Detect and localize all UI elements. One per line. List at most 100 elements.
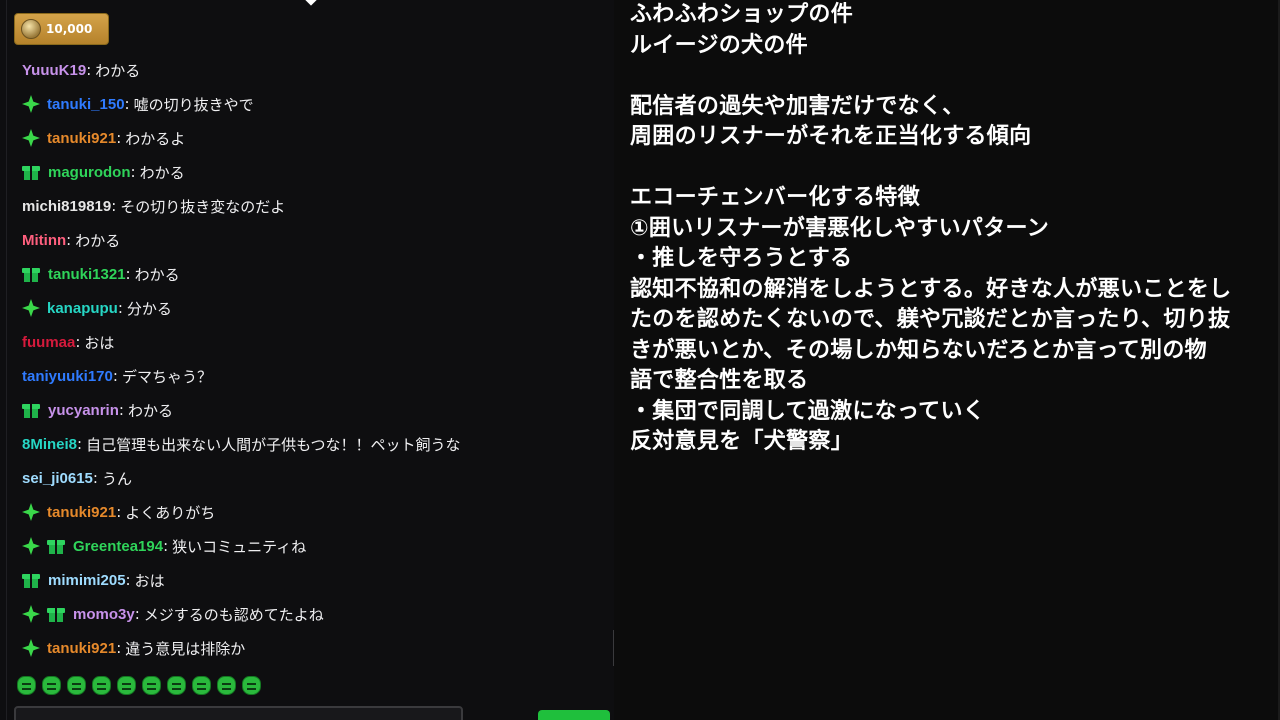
chat-username[interactable]: YuuuK19 — [22, 62, 86, 79]
notes-line: 認知不協和の解消をしようとする。好きな人が悪いことをし — [630, 276, 1232, 302]
chat-separator: : — [117, 299, 123, 317]
chat-separator: : — [75, 333, 81, 351]
chat-message-text: その切り抜き変なのだよ — [120, 197, 286, 216]
chat-username[interactable]: tanuki921 — [47, 130, 116, 147]
gift-badge-icon[interactable] — [22, 266, 40, 282]
chat-separator: : — [118, 401, 124, 419]
chat-username[interactable]: michi819819 — [22, 198, 111, 215]
emote-icon[interactable] — [217, 676, 236, 695]
sparkle-badge-icon[interactable] — [22, 299, 40, 317]
sparkle-badge-icon[interactable] — [22, 605, 40, 623]
chat-separator: : — [77, 435, 83, 453]
chat-separator: : — [111, 197, 117, 215]
chat-message: 8Minei8: 自己管理も出来ない人間が子供もつな！！ペット飼うな — [22, 427, 612, 461]
chat-separator: : — [130, 163, 136, 181]
chat-username[interactable]: tanuki1321 — [48, 266, 126, 283]
chat-username[interactable]: momo3y — [73, 606, 135, 623]
notes-line: ・推しを守ろうとする — [630, 246, 853, 271]
chat-message: michi819819: その切り抜き変なのだよ — [22, 189, 612, 223]
sparkle-badge-icon[interactable] — [22, 639, 40, 657]
chat-username[interactable]: Mitinn — [22, 232, 66, 249]
chat-username[interactable]: Greentea194 — [73, 538, 163, 555]
emote-icon[interactable] — [92, 676, 111, 695]
notes-blank-line — [630, 61, 1270, 92]
chat-input[interactable] — [14, 706, 463, 720]
chat-username[interactable]: kanapupu — [47, 300, 118, 317]
chat-message-text: うん — [101, 469, 132, 488]
sparkle-badge-icon[interactable] — [22, 503, 40, 521]
emote-icon[interactable] — [42, 676, 61, 695]
emote-icon[interactable] — [167, 676, 186, 695]
chat-separator: : — [134, 605, 140, 623]
chat-username[interactable]: sei_ji0615 — [22, 470, 93, 487]
chat-username[interactable]: yucyanrin — [48, 402, 119, 419]
emote-icon[interactable] — [67, 676, 86, 695]
chat-message: tanuki921: わかるよ — [22, 121, 612, 155]
emote-icon[interactable] — [142, 676, 161, 695]
chat-message: tanuki921: 違う意見は排除か — [22, 631, 612, 665]
gift-badge-icon[interactable] — [47, 538, 65, 554]
chat-separator: : — [86, 61, 92, 79]
chat-username[interactable]: taniyuuki170 — [22, 368, 113, 385]
notes-line: 周囲のリスナーがそれを正当化する傾向 — [630, 124, 1032, 149]
notes-line: エコーチェンバー化する特徴 — [630, 185, 920, 210]
emote-icon[interactable] — [17, 676, 36, 695]
channel-points-button[interactable]: 10,000 — [14, 13, 109, 45]
chat-username[interactable]: tanuki921 — [47, 640, 116, 657]
notes-line: 語で整合性を取る — [630, 368, 809, 393]
notes-line: ・集団で同調して過激になっていく — [630, 398, 986, 424]
chat-message-text: 分かる — [126, 299, 172, 318]
chat-message: YuuuK19: わかる — [22, 53, 612, 87]
chat-message: tanuki921: よくありがち — [22, 495, 612, 529]
emote-icon[interactable] — [117, 676, 136, 695]
chat-message-text: わかる — [75, 231, 121, 250]
notes-line: たのを認めたくないので、躾や冗談だとか言ったり、切り抜 — [630, 307, 1231, 332]
chat-message: momo3y: メジするのも認めてたよね — [22, 597, 612, 631]
chat-username[interactable]: 8Minei8 — [22, 436, 77, 453]
notes-line: 配信者の過失や加害だけでなく、 — [630, 93, 965, 119]
chat-separator: : — [116, 503, 122, 521]
chat-message: fuumaa: おは — [22, 325, 612, 359]
notes-line: ルイージの犬の件 — [630, 32, 808, 58]
chat-message-text: わかる — [139, 163, 185, 182]
emote-icon[interactable] — [192, 676, 211, 695]
chat-message-text: 自己管理も出来ない人間が子供もつな！！ペット飼うな — [86, 435, 461, 454]
gift-badge-icon[interactable] — [22, 572, 40, 588]
gift-badge-icon[interactable] — [22, 402, 40, 418]
chat-username[interactable]: tanuki_150 — [47, 96, 125, 113]
chat-message: tanuki1321: わかる — [22, 257, 612, 291]
notes-text: ふわふわショップの件 ルイージの犬の件 配信者の過失や加害だけでなく、 周囲のリスナー… — [630, 0, 1270, 458]
chat-username[interactable]: fuumaa — [22, 334, 75, 351]
chat-username[interactable]: tanuki921 — [47, 504, 116, 521]
chat-separator: : — [92, 469, 98, 487]
emote-icon[interactable] — [242, 676, 261, 695]
sparkle-badge-icon[interactable] — [22, 95, 40, 113]
chat-username[interactable]: magurodon — [48, 164, 131, 181]
notes-line: 反対意見を「犬警察」 — [630, 429, 854, 454]
notes-line: ①囲いリスナーが害悪化しやすいパターン — [630, 215, 1050, 241]
chat-message: Mitinn: わかる — [22, 223, 612, 257]
chat-message: kanapupu: 分かる — [22, 291, 612, 325]
chat-message: mimimi205: おは — [22, 563, 612, 597]
sparkle-badge-icon[interactable] — [22, 537, 40, 555]
chat-separator: : — [124, 95, 130, 113]
chat-message: tanuki_150: 嘘の切り抜きやで — [22, 87, 612, 121]
chat-separator: : — [116, 129, 122, 147]
chat-send-button[interactable] — [538, 710, 610, 720]
gift-badge-icon[interactable] — [47, 606, 65, 622]
chat-separator: : — [163, 537, 169, 555]
notes-panel: ふわふわショップの件 ルイージの犬の件 配信者の過失や加害だけでなく、 周囲のリスナー… — [614, 0, 1280, 720]
chat-message-text: おは — [84, 333, 115, 352]
gift-badge-icon[interactable] — [22, 164, 40, 180]
chat-edge-line — [6, 0, 7, 720]
chat-message: taniyuuki170: デマちゃう？ — [22, 359, 612, 393]
channel-points-icon — [21, 19, 41, 39]
sparkle-badge-icon[interactable] — [22, 129, 40, 147]
chat-message-text: わかる — [134, 265, 180, 284]
scroll-marker-icon — [305, 0, 317, 6]
chat-message-text: よくありがち — [125, 503, 216, 522]
chat-message-text: 違う意見は排除か — [125, 639, 246, 658]
chat-message-text: メジするのも認めてたよね — [143, 605, 324, 624]
chat-username[interactable]: mimimi205 — [48, 572, 126, 589]
chat-separator: : — [116, 639, 122, 657]
